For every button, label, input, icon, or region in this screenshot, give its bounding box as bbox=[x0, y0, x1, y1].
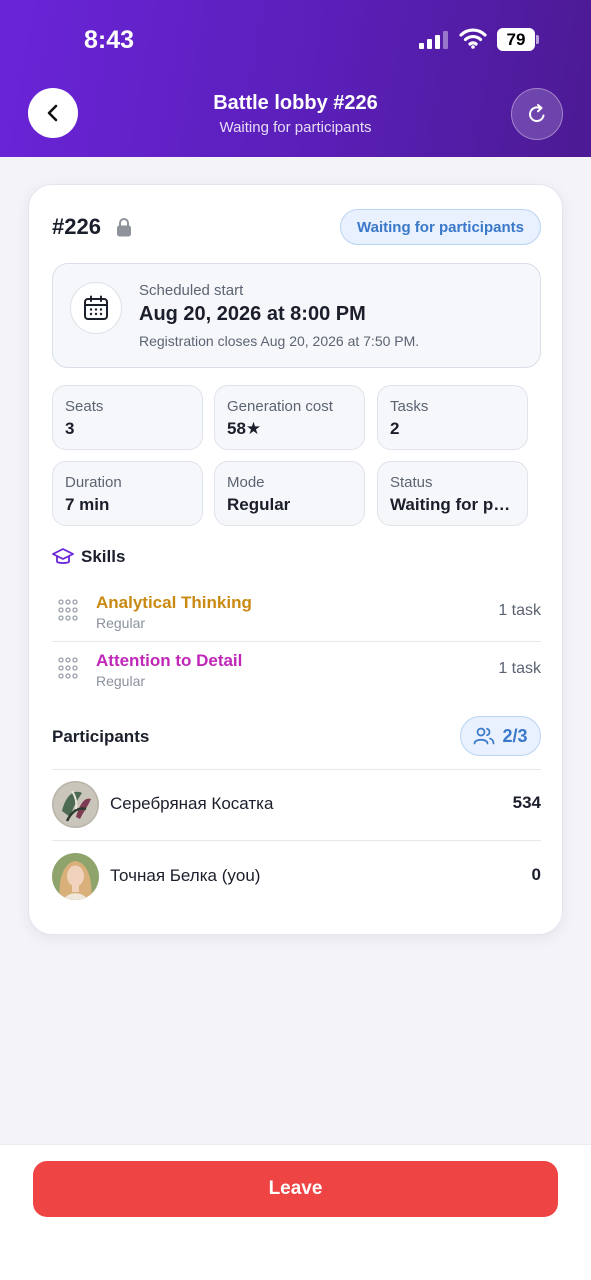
stat-label: Seats bbox=[65, 398, 104, 415]
stat-duration: Duration 7 min bbox=[52, 461, 203, 526]
participant-name: Точная Белка (you) bbox=[110, 866, 261, 885]
stat-value: Regular bbox=[227, 495, 291, 514]
participant-count-badge: 2/3 bbox=[460, 716, 541, 756]
status-badge: Waiting for participants bbox=[340, 209, 541, 245]
calendar-icon bbox=[84, 295, 108, 320]
skill-task-count: 1 task bbox=[498, 660, 541, 677]
refresh-icon bbox=[529, 104, 545, 122]
leave-button[interactable]: Leave bbox=[33, 1161, 558, 1217]
battery-icon: 79 bbox=[497, 28, 535, 51]
stat-label: Tasks bbox=[390, 398, 429, 415]
stat-value: 7 min bbox=[65, 495, 110, 514]
registration-note: Registration closes Aug 20, 2026 at 7:50… bbox=[139, 333, 420, 349]
stat-value: 2 bbox=[390, 419, 400, 438]
stat-label: Status bbox=[390, 474, 433, 491]
skill-row[interactable]: Analytical Thinking Regular 1 task bbox=[52, 583, 541, 639]
skill-mode: Regular bbox=[96, 615, 146, 631]
participant-score: 534 bbox=[512, 793, 541, 812]
skill-task-count: 1 task bbox=[498, 602, 541, 619]
stat-value: Waiting for participants bbox=[390, 495, 515, 514]
battery-level: 79 bbox=[506, 29, 526, 49]
stat-tasks: Tasks 2 bbox=[377, 385, 528, 450]
schedule-value: Aug 20, 2026 at 8:00 PM bbox=[139, 303, 366, 325]
divider bbox=[52, 769, 541, 770]
skill-name: Analytical Thinking bbox=[96, 593, 252, 612]
skill-name: Attention to Detail bbox=[96, 651, 243, 670]
participant-score: 0 bbox=[531, 865, 541, 884]
participants-title: Participants bbox=[52, 727, 150, 746]
skill-row[interactable]: Attention to Detail Regular 1 task bbox=[52, 641, 541, 697]
cellular-signal-icon bbox=[419, 31, 448, 49]
divider bbox=[52, 840, 541, 841]
stat-value: 3 bbox=[65, 419, 75, 438]
battery-tip bbox=[536, 35, 539, 44]
lobby-id: #226 bbox=[52, 214, 101, 239]
participant-row[interactable]: Точная Белка (you) 0 bbox=[52, 847, 541, 907]
lobby-card: #226 Waiting for participants Scheduled … bbox=[28, 184, 563, 935]
users-icon bbox=[474, 727, 495, 745]
drag-handle-icon bbox=[58, 657, 78, 679]
participant-count: 2/3 bbox=[502, 725, 528, 746]
calendar-icon-wrap bbox=[70, 282, 122, 334]
header-bar: 8:43 79 Battle lobby #226 Waiting for pa… bbox=[0, 0, 591, 157]
drag-handle-icon bbox=[58, 599, 78, 621]
wifi-icon bbox=[459, 28, 487, 49]
page-subtitle: Waiting for participants bbox=[219, 119, 372, 136]
stat-seats: Seats 3 bbox=[52, 385, 203, 450]
skill-mode: Regular bbox=[96, 673, 146, 689]
participant-name: Серебряная Косатка bbox=[110, 794, 274, 813]
page-title: Battle lobby #226 bbox=[213, 92, 378, 114]
graduation-cap-icon bbox=[52, 548, 74, 564]
stat-label: Mode bbox=[227, 474, 265, 491]
participant-row[interactable]: Серебряная Косатка 534 bbox=[52, 775, 541, 835]
stat-status: Status Waiting for participants bbox=[377, 461, 528, 526]
stat-generation-cost: Generation cost 58★ bbox=[214, 385, 365, 450]
stat-label: Duration bbox=[65, 474, 122, 491]
skills-header: Skills bbox=[52, 547, 125, 567]
avatar bbox=[52, 781, 99, 828]
stat-label: Generation cost bbox=[227, 398, 333, 415]
schedule-label: Scheduled start bbox=[139, 282, 244, 299]
stat-mode: Mode Regular bbox=[214, 461, 365, 526]
stat-value: 58★ bbox=[227, 419, 262, 438]
skills-title: Skills bbox=[81, 547, 126, 566]
schedule-box: Scheduled start Aug 20, 2026 at 8:00 PM … bbox=[52, 263, 541, 368]
status-time: 8:43 bbox=[84, 26, 135, 54]
refresh-button[interactable] bbox=[511, 88, 563, 140]
lock-icon bbox=[117, 218, 131, 237]
avatar bbox=[52, 853, 99, 900]
bottom-action-bar: Leave bbox=[0, 1144, 591, 1280]
